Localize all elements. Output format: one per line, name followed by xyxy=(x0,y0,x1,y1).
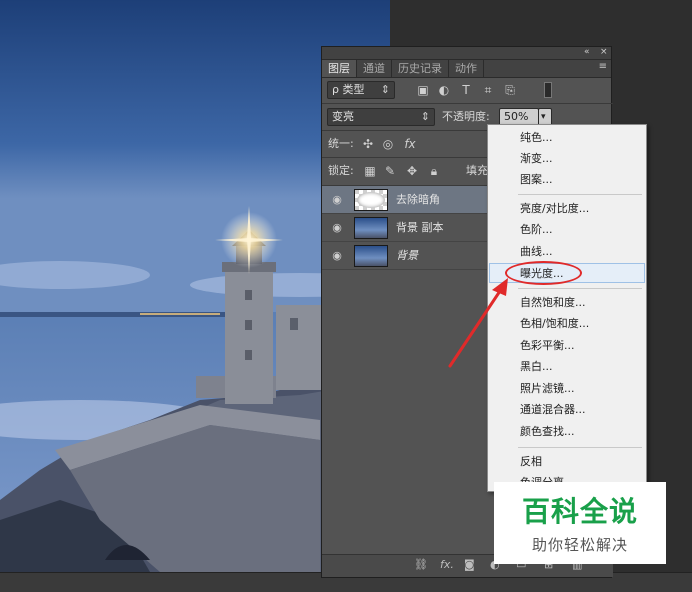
panel-tabs: 图层 通道 历史记录 动作 ≡ xyxy=(322,60,611,78)
tab-history[interactable]: 历史记录 xyxy=(392,60,449,77)
filter-pixel-icon[interactable]: ▣ xyxy=(415,82,431,98)
collapse-panel-icon[interactable]: « xyxy=(584,47,590,57)
filter-kind-label: ρ 类型 xyxy=(332,83,365,96)
watermark: 百科全说 助你轻松解决 xyxy=(494,482,666,564)
menu-item-levels[interactable]: 色阶... xyxy=(489,220,645,240)
menu-item-channel-mixer[interactable]: 通道混合器... xyxy=(489,400,645,420)
panel-title-bar[interactable]: « × xyxy=(322,47,611,60)
filter-smart-object-icon[interactable]: ⎘ xyxy=(502,82,518,98)
select-arrows-icon: ⇕ xyxy=(420,110,430,123)
layer-filter-select[interactable]: ρ 类型 ⇕ xyxy=(327,81,395,99)
eye-icon[interactable]: ◉ xyxy=(330,193,344,207)
menu-item-pattern[interactable]: 图案... xyxy=(489,170,645,190)
blend-mode-select[interactable]: 变亮 ⇕ xyxy=(327,108,435,126)
layer-name: 背景 xyxy=(396,249,418,262)
filter-shape-icon[interactable]: ⌗ xyxy=(480,82,496,98)
filter-type-icon[interactable]: T xyxy=(458,82,474,98)
tab-channels[interactable]: 通道 xyxy=(357,60,392,77)
lock-position-icon[interactable]: ✥ xyxy=(404,163,420,179)
menu-separator xyxy=(518,194,642,195)
opacity-label: 不透明度: xyxy=(442,110,490,123)
lock-all-icon[interactable]: 🔒︎ xyxy=(426,163,442,179)
fx-icon[interactable]: fx. xyxy=(440,558,454,571)
close-panel-icon[interactable]: × xyxy=(600,47,608,57)
layer-thumbnail xyxy=(354,189,388,211)
layer-name: 去除暗角 xyxy=(396,193,440,206)
menu-item-photo-filter[interactable]: 照片滤镜... xyxy=(489,379,645,399)
menu-separator xyxy=(518,288,642,289)
panel-menu-icon[interactable]: ≡ xyxy=(599,61,607,72)
unify-style-icon[interactable]: fx xyxy=(402,136,418,152)
layer-name: 背景 副本 xyxy=(396,221,444,234)
menu-item-curves[interactable]: 曲线... xyxy=(489,242,645,262)
eye-icon[interactable]: ◉ xyxy=(330,221,344,235)
unify-label: 统一: xyxy=(328,137,354,150)
menu-separator xyxy=(518,447,642,448)
watermark-title: 百科全说 xyxy=(521,495,638,528)
mask-shape xyxy=(357,192,385,208)
tab-layers[interactable]: 图层 xyxy=(322,60,357,77)
blend-mode-value: 变亮 xyxy=(332,110,354,123)
menu-item-solid-color[interactable]: 纯色... xyxy=(489,128,645,148)
lock-transparent-icon[interactable]: ▦ xyxy=(362,163,378,179)
filter-adjustment-icon[interactable]: ◐ xyxy=(436,82,452,98)
layer-thumbnail xyxy=(354,245,388,267)
unify-position-icon[interactable]: ✣ xyxy=(360,136,376,152)
fill-label: 填充 xyxy=(466,164,488,177)
unify-visibility-icon[interactable]: ◎ xyxy=(380,136,396,152)
menu-item-gradient[interactable]: 渐变... xyxy=(489,149,645,169)
watermark-subtitle: 助你轻松解决 xyxy=(531,536,628,554)
annotation-arrow-icon xyxy=(448,278,508,368)
menu-item-color-lookup[interactable]: 颜色查找... xyxy=(489,422,645,442)
link-icon[interactable]: ⛓ xyxy=(414,558,428,571)
layer-thumbnail xyxy=(354,217,388,239)
eye-icon[interactable]: ◉ xyxy=(330,249,344,263)
lock-label: 锁定: xyxy=(328,164,354,177)
menu-item-invert[interactable]: 反相 xyxy=(489,452,645,472)
lock-image-icon[interactable]: ✎ xyxy=(382,163,398,179)
tab-actions[interactable]: 动作 xyxy=(449,60,484,77)
menu-item-brightness-contrast[interactable]: 亮度/对比度... xyxy=(489,199,645,219)
select-arrows-icon: ⇕ xyxy=(380,83,390,96)
mask-icon[interactable]: ◙ xyxy=(464,558,475,571)
filter-toggle-switch[interactable] xyxy=(544,82,552,98)
divider xyxy=(322,103,613,104)
